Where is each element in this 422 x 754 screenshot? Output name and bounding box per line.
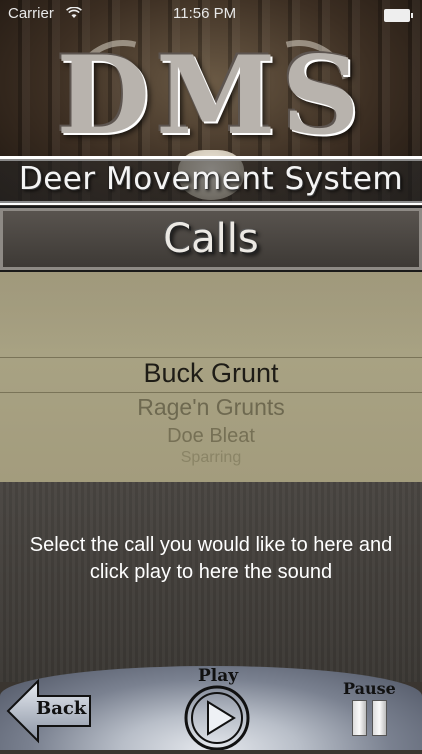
pause-label: Pause — [343, 679, 396, 698]
back-label: Back — [36, 698, 87, 719]
carrier-label: Carrier — [8, 5, 54, 22]
app-logo: DMS — [56, 33, 366, 159]
picker-item-selected[interactable]: Buck Grunt — [0, 358, 422, 389]
header: Carrier 11:56 PM DMS Deer Movement Syste… — [0, 0, 422, 205]
back-button[interactable]: Back — [4, 676, 94, 746]
section-title: Calls — [163, 216, 259, 262]
pause-icon — [352, 700, 367, 736]
play-icon — [184, 685, 250, 751]
call-picker[interactable]: Buck Grunt Rage'n Grunts Doe Bleat Sparr… — [0, 272, 422, 482]
pause-icon — [372, 700, 387, 736]
app-subtitle: Deer Movement System — [18, 161, 404, 197]
picker-item[interactable]: Doe Bleat — [0, 425, 422, 448]
picker-selection-line-bottom — [0, 392, 422, 393]
info-panel: Select the call you would like to here a… — [0, 482, 422, 682]
pause-button[interactable] — [350, 700, 390, 740]
status-time: 11:56 PM — [173, 5, 237, 22]
instructions-text: Select the call you would like to here a… — [29, 534, 393, 583]
play-button[interactable] — [180, 682, 254, 751]
picker-item[interactable]: Sparring — [0, 449, 422, 467]
wifi-icon — [66, 7, 82, 18]
status-bar: Carrier 11:56 PM — [0, 0, 422, 30]
picker-item[interactable]: Rage'n Grunts — [0, 394, 422, 421]
section-header: Calls — [0, 206, 422, 273]
battery-icon — [384, 9, 413, 22]
picker-fade — [0, 272, 422, 352]
